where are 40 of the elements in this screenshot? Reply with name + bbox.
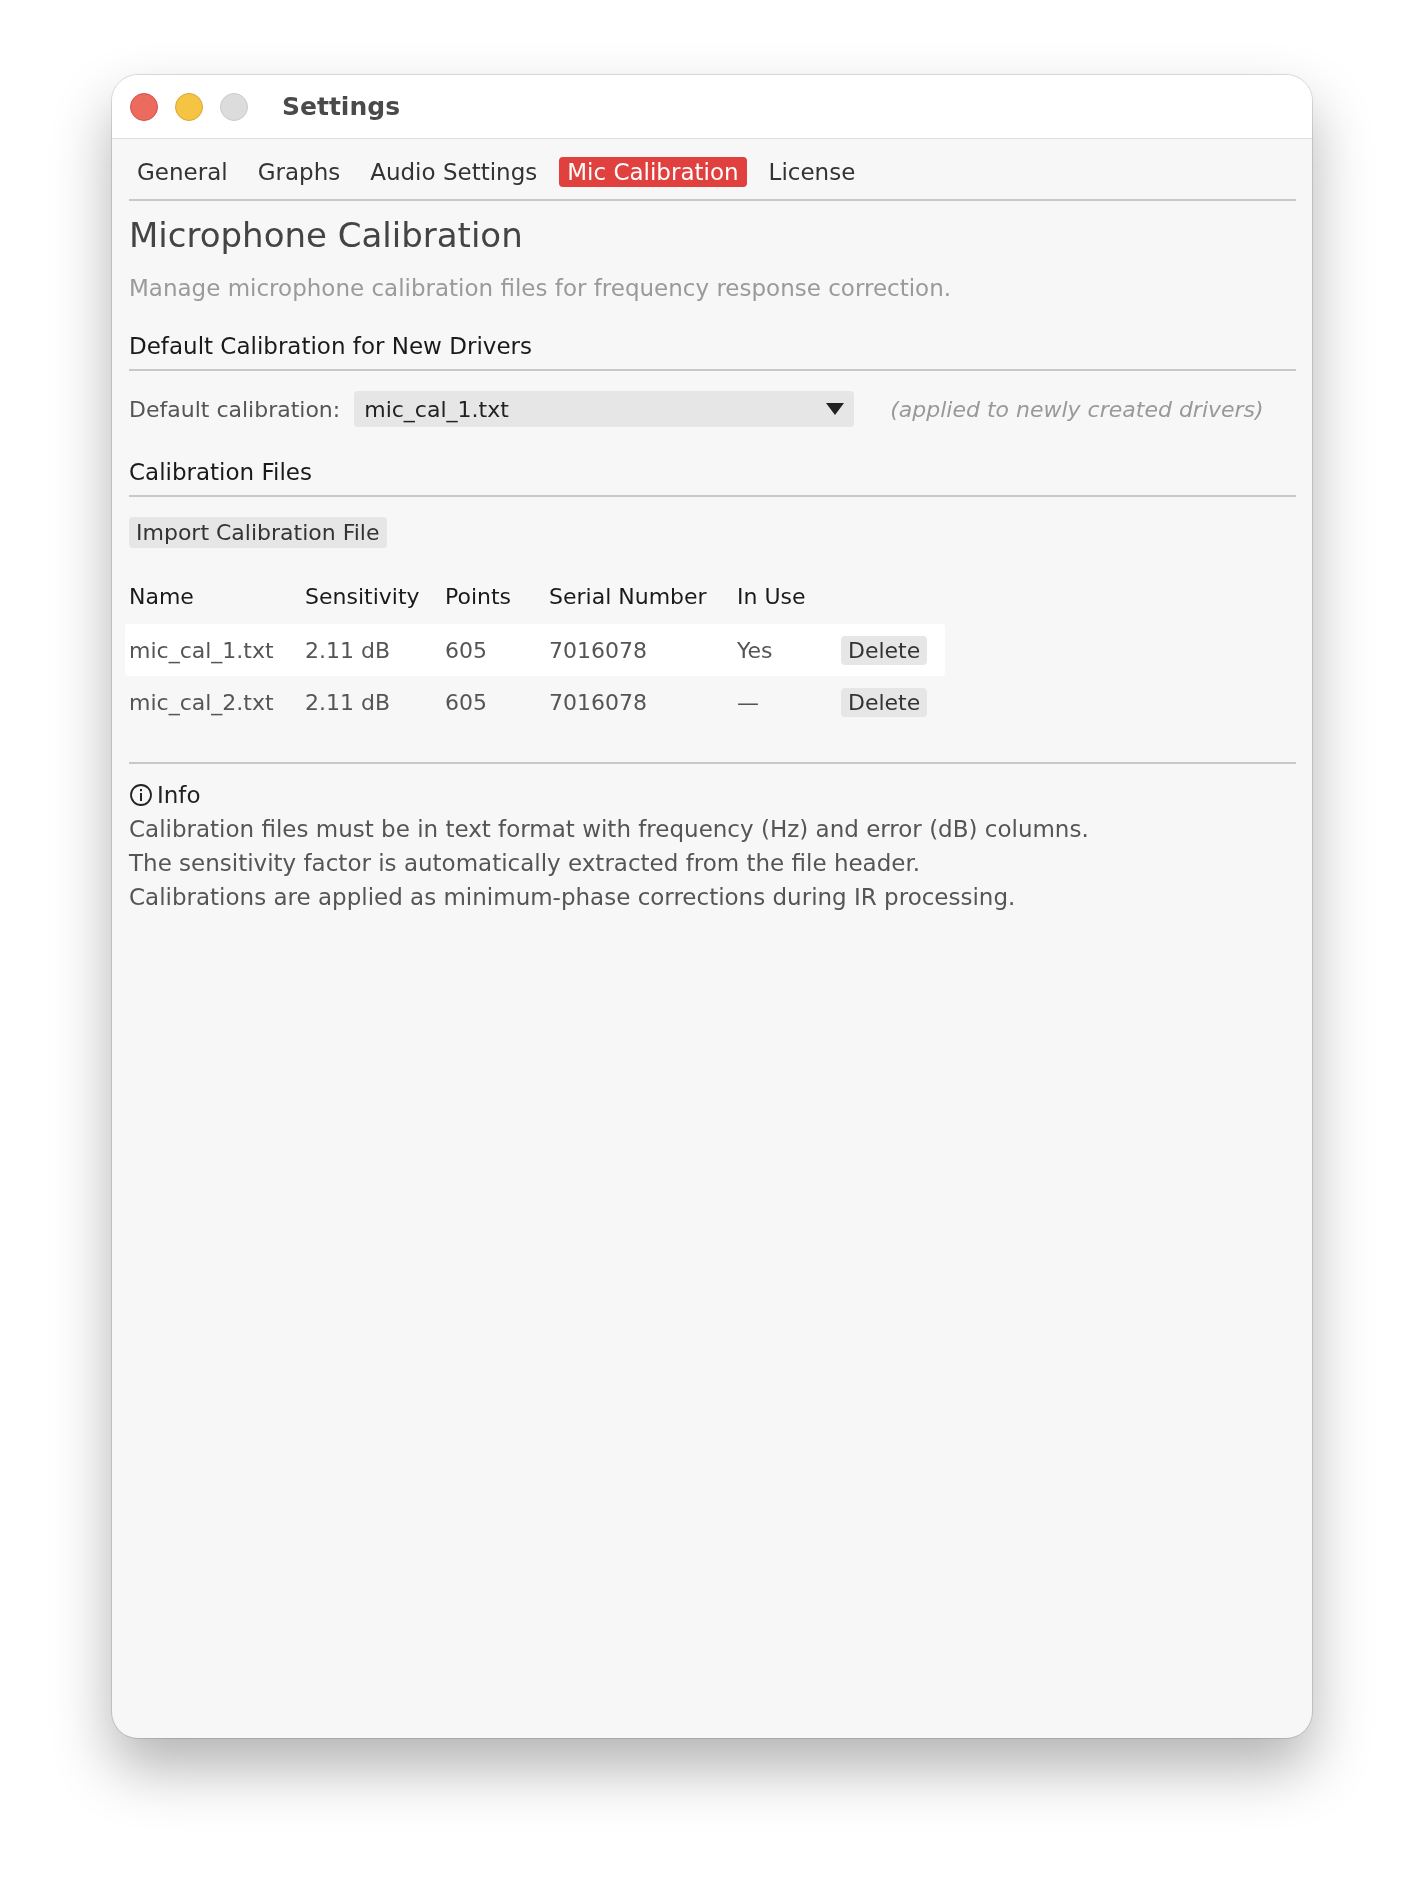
calibration-dropdown[interactable]: mic_cal_1.txt xyxy=(354,391,855,427)
table-cell-text: 2.11 dB xyxy=(305,637,392,663)
column-header: In Use xyxy=(737,583,807,609)
table-cell-text: 605 xyxy=(445,689,488,715)
table-cell-text: 605 xyxy=(445,637,488,663)
column-header: Points xyxy=(445,583,513,609)
info-icon xyxy=(129,783,153,807)
info-text: Calibration files must be in text format with frequency (Hz) and error (dB) columns. xyxy=(129,816,1090,842)
tab[interactable]: Mic Calibration xyxy=(559,157,747,187)
delete-button[interactable]: Delete xyxy=(841,687,928,717)
table-cell-text: 7016078 xyxy=(549,689,648,715)
table-cell-text: 7016078 xyxy=(549,637,648,663)
tab[interactable]: Audio Settings xyxy=(362,157,546,187)
section-heading: Default Calibration for New Drivers xyxy=(129,333,1296,371)
table-cell-text: mic_cal_1.txt xyxy=(129,637,275,663)
close-button[interactable] xyxy=(130,92,158,121)
caret-icon xyxy=(826,403,845,415)
delete-button[interactable]: Delete xyxy=(841,635,928,665)
minimize-button[interactable] xyxy=(175,92,203,121)
page-subtitle: Manage microphone calibration files for frequency response correction. xyxy=(129,275,953,301)
section-heading: Calibration Files xyxy=(129,459,1296,497)
column-header: Serial Number xyxy=(549,583,708,609)
table-cell-text: 2.11 dB xyxy=(305,689,392,715)
import-button[interactable]: Import Calibration File xyxy=(129,517,387,548)
tab[interactable]: License xyxy=(760,157,864,187)
field-label: Default calibration: xyxy=(129,396,341,422)
column-header: Name xyxy=(129,583,195,609)
tab[interactable]: General xyxy=(129,157,236,187)
zoom-button[interactable] xyxy=(220,92,248,121)
tab[interactable]: Graphs xyxy=(249,157,349,187)
info-text: The sensitivity factor is automatically extracted from the file header. xyxy=(129,850,922,876)
info-text: Calibrations are applied as minimum-phase corrections during IR processing. xyxy=(129,884,1017,910)
hint-text: (applied to newly created drivers) xyxy=(890,396,1264,422)
window-title: Settings xyxy=(282,92,400,121)
column-header: Sensitivity xyxy=(305,583,421,609)
info-heading: Info xyxy=(157,782,201,808)
table-cell-text: — xyxy=(737,689,760,715)
table-cell-text: mic_cal_2.txt xyxy=(129,689,275,715)
table-cell-text: Yes xyxy=(737,637,774,663)
page-title: Microphone Calibration xyxy=(129,215,524,255)
